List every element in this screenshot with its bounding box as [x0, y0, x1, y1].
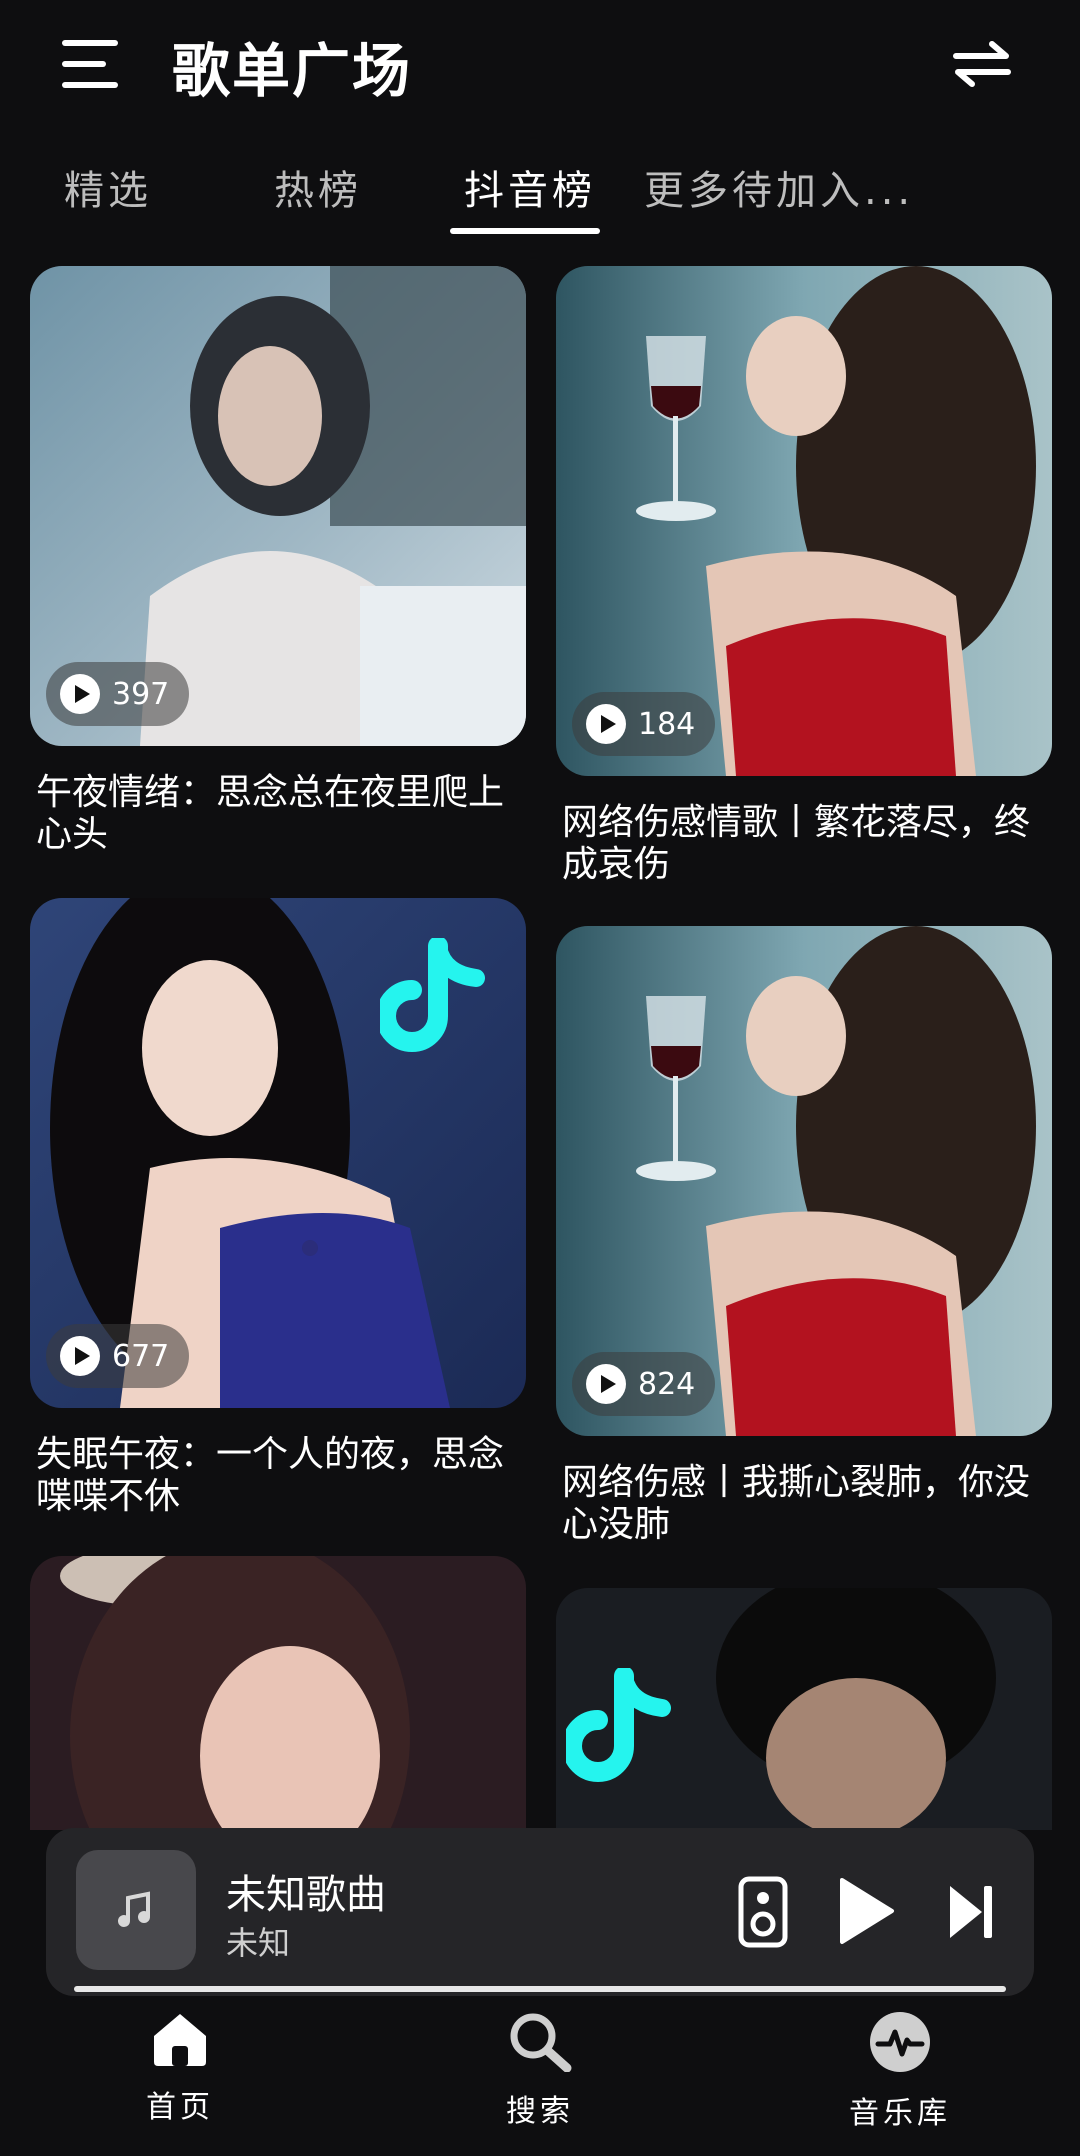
play-icon	[60, 674, 100, 714]
playlist-card[interactable]: 824 网络伤感丨我撕心裂肺，你没心没肺	[556, 926, 1052, 1546]
playlist-card[interactable]	[556, 1588, 1052, 1830]
play-icon	[60, 1336, 100, 1376]
play-count-badge: 824	[572, 1352, 716, 1416]
playlist-title[interactable]: 网络伤感丨我撕心裂肺，你没心没肺	[556, 1462, 1052, 1546]
nav-search[interactable]: 搜索	[440, 2010, 640, 2130]
nav-home-label: 首页	[146, 2090, 214, 2125]
music-library-icon	[870, 2012, 930, 2072]
playlist-card[interactable]: 397 午夜情绪：思念总在夜里爬上心头	[30, 266, 526, 856]
mini-player[interactable]: 未知歌曲 未知	[46, 1828, 1034, 1996]
category-tabs: 精选 热榜 抖音榜 更多待加入...	[0, 150, 1080, 240]
tiktok-logo-icon	[380, 938, 485, 1052]
play-count-badge: 184	[572, 692, 716, 756]
nav-music-library-label: 音乐库	[849, 2096, 951, 2131]
home-icon	[154, 2014, 206, 2066]
play-icon	[586, 1364, 626, 1404]
playlist-card[interactable]: 184 网络伤感情歌丨繁花落尽，终成哀伤	[556, 266, 1052, 886]
playlist-title[interactable]: 失眠午夜：一个人的夜，思念喋喋不休	[30, 1434, 526, 1518]
playlist-cover[interactable]: 397	[30, 266, 526, 746]
song-title: 未知歌曲	[226, 1872, 386, 1918]
song-artist: 未知	[226, 1924, 291, 1962]
playlist-cover[interactable]: 677	[30, 898, 526, 1408]
nav-music-library[interactable]: 音乐库	[800, 2010, 1000, 2132]
playlist-cover[interactable]: 824	[556, 926, 1052, 1436]
play-icon	[586, 704, 626, 744]
app-header: 歌单广场	[0, 0, 1080, 130]
page-title: 歌单广场	[172, 37, 413, 105]
playlist-title[interactable]: 午夜情绪：思念总在夜里爬上心头	[30, 772, 526, 856]
search-icon	[510, 2013, 572, 2072]
play-count-badge: 677	[46, 1324, 190, 1388]
play-button[interactable]	[836, 1876, 896, 1946]
playlist-grid: 397 午夜情绪：思念总在夜里爬上心头 184 网络伤感情歌丨繁花落尽，终成哀伤…	[0, 262, 1080, 1830]
playlist-cover[interactable]	[30, 1556, 526, 1830]
next-track-button[interactable]	[946, 1882, 996, 1942]
tab-hot[interactable]: 热榜	[274, 158, 362, 216]
swap-icon[interactable]	[950, 36, 1014, 92]
tab-douyin[interactable]: 抖音榜	[464, 158, 596, 216]
nav-search-label: 搜索	[506, 2094, 574, 2129]
tab-more[interactable]: 更多待加入...	[644, 158, 914, 216]
nav-home[interactable]: 首页	[80, 2010, 280, 2126]
playback-progress-bar[interactable]	[74, 1986, 1006, 1992]
playlist-cover[interactable]: 184	[556, 266, 1052, 776]
album-art	[76, 1850, 196, 1970]
bottom-navigation: 首页 搜索 音乐库	[0, 2010, 1080, 2156]
tab-featured[interactable]: 精选	[64, 158, 152, 216]
active-tab-indicator	[450, 228, 600, 234]
menu-icon[interactable]	[62, 40, 118, 88]
playback-progress-fill	[74, 1986, 1006, 1992]
tiktok-logo-icon	[566, 1668, 671, 1782]
playlist-card[interactable]	[30, 1556, 526, 1830]
playlist-card[interactable]: 677 失眠午夜：一个人的夜，思念喋喋不休	[30, 898, 526, 1518]
playlist-title[interactable]: 网络伤感情歌丨繁花落尽，终成哀伤	[556, 802, 1052, 886]
play-count-badge: 397	[46, 662, 190, 726]
speaker-icon[interactable]	[738, 1876, 788, 1948]
music-note-icon	[118, 1891, 150, 1927]
playlist-cover[interactable]	[556, 1588, 1052, 1830]
